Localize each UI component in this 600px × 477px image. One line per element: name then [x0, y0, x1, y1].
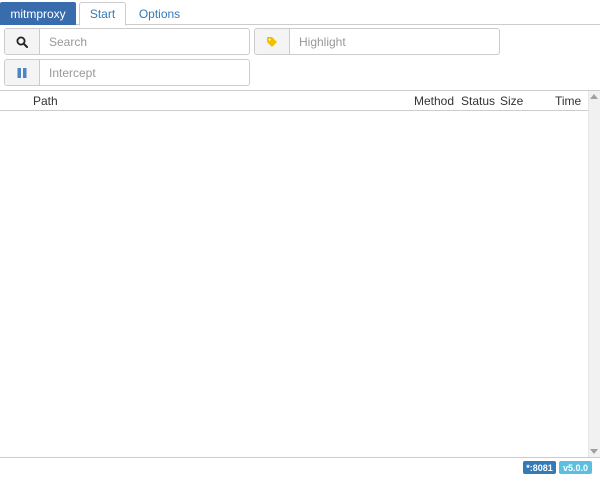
main-nav: mitmproxy Start Options	[0, 0, 600, 26]
vertical-scrollbar[interactable]	[588, 91, 600, 457]
scroll-up-arrow-icon[interactable]	[590, 94, 598, 99]
intercept-input[interactable]	[40, 60, 249, 85]
pause-icon	[5, 60, 40, 85]
column-header-path[interactable]: Path	[33, 94, 58, 108]
tag-icon	[255, 29, 290, 54]
search-input[interactable]	[40, 29, 249, 54]
column-header-size[interactable]: Size	[500, 94, 523, 108]
column-header-time[interactable]: Time	[555, 94, 581, 108]
brand-tab[interactable]: mitmproxy	[0, 2, 76, 25]
version-badge: v5.0.0	[559, 461, 592, 474]
column-header-status[interactable]: Status	[461, 94, 495, 108]
search-icon	[5, 29, 40, 54]
status-footer: *:8081 v5.0.0	[0, 457, 600, 477]
column-header-method[interactable]: Method	[414, 94, 454, 108]
scroll-down-arrow-icon[interactable]	[590, 449, 598, 454]
listen-port-badge: *:8081	[523, 461, 556, 474]
search-filter	[4, 28, 250, 55]
highlight-filter	[254, 28, 500, 55]
intercept-filter	[4, 59, 250, 86]
tab-options[interactable]: Options	[131, 2, 188, 25]
tab-start[interactable]: Start	[79, 2, 126, 26]
highlight-input[interactable]	[290, 29, 499, 54]
table-header: Path Method Status Size Time	[0, 91, 600, 111]
flow-table: Path Method Status Size Time	[0, 90, 600, 458]
